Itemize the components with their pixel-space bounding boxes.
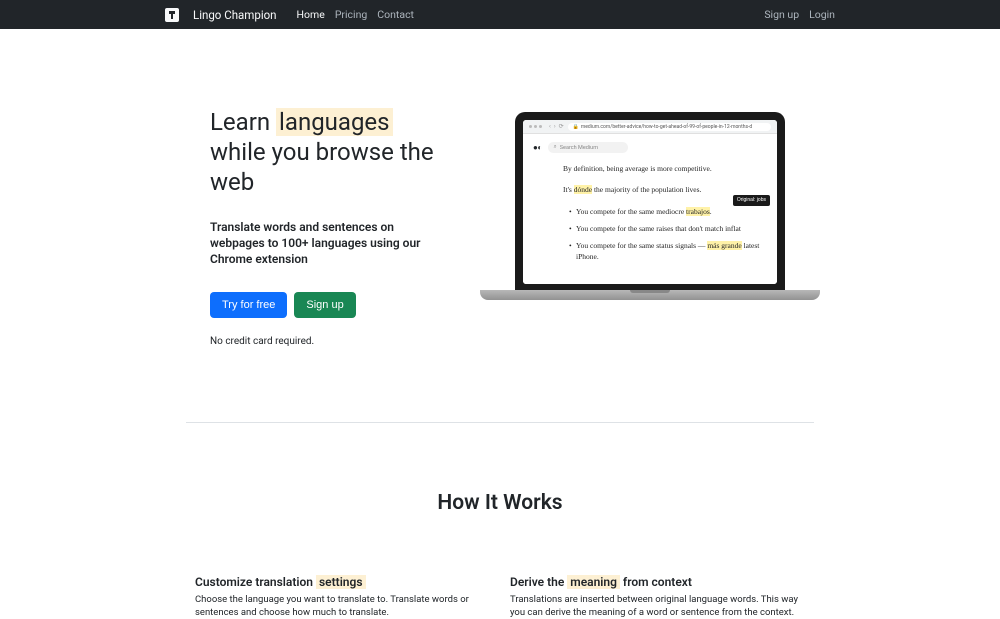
hero-left: Learn languages while you browse the web… [210, 107, 450, 347]
feature-settings: Customize translation settings Choose th… [195, 575, 490, 619]
url-bar: 🔒 medium.com/better-advice/how-to-get-ah… [568, 123, 771, 131]
hero-subtitle: Translate words and sentences on webpage… [210, 219, 450, 268]
search-icon: ⌕ [554, 144, 557, 151]
feature-meaning: Derive the meaning from context Translat… [510, 575, 805, 619]
medium-search: ⌕ Search Medium [548, 142, 628, 153]
list-item: You compete for the same mediocre trabaj… [569, 206, 767, 217]
signup-button[interactable]: Sign up [294, 292, 355, 318]
section-title: How It Works [0, 491, 1000, 515]
article-line-2: It's dónde the majority of the populatio… [563, 184, 767, 195]
list-item: You compete for the same raises that don… [569, 223, 767, 234]
reload-icon: ⟳ [559, 123, 564, 130]
navbar: Lingo Champion Home Pricing Contact Sign… [0, 0, 1000, 29]
lock-icon: 🔒 [573, 124, 579, 130]
highlighted-word-donde: dónde [574, 185, 592, 194]
window-controls [529, 125, 542, 128]
feature-title: Customize translation settings [195, 575, 490, 589]
browser-bar: ‹ › ⟳ 🔒 medium.com/better-advice/how-to-… [523, 120, 777, 134]
laptop-illustration: ‹ › ⟳ 🔒 medium.com/better-advice/how-to-… [480, 112, 820, 347]
hero-note: No credit card required. [210, 336, 450, 347]
browser-content: ●◐ ⌕ Search Medium By definition, being … [523, 134, 777, 284]
laptop-base [480, 290, 820, 300]
features-section: Customize translation settings Choose th… [0, 515, 1000, 619]
feature-title: Derive the meaning from context [510, 575, 805, 589]
navbar-right: Sign up Login [764, 8, 835, 21]
logo-icon [165, 8, 179, 22]
feature-text: Translations are inserted between origin… [510, 593, 805, 619]
back-icon: ‹ [549, 123, 551, 130]
nav-home[interactable]: Home [297, 8, 325, 21]
translation-tooltip: Original: jobs [733, 195, 770, 207]
navbar-left: Lingo Champion Home Pricing Contact [165, 8, 414, 22]
browser-nav: ‹ › ⟳ [549, 123, 564, 130]
nav-login[interactable]: Login [809, 8, 835, 21]
feature-text: Choose the language you want to translat… [195, 593, 490, 619]
laptop-screen: ‹ › ⟳ 🔒 medium.com/better-advice/how-to-… [515, 112, 785, 290]
title-highlight: languages [276, 108, 393, 136]
how-it-works-section: How It Works [0, 423, 1000, 515]
nav-links: Home Pricing Contact [297, 8, 414, 21]
medium-header: ●◐ ⌕ Search Medium [533, 142, 767, 153]
highlighted-word-trabajos: trabajos [686, 207, 710, 216]
nav-pricing[interactable]: Pricing [335, 8, 367, 21]
hero-title: Learn languages while you browse the web [210, 107, 450, 197]
brand[interactable]: Lingo Champion [193, 8, 277, 22]
nav-signup[interactable]: Sign up [764, 8, 799, 21]
list-item: You compete for the same status signals … [569, 240, 767, 263]
hero-section: Learn languages while you browse the web… [0, 29, 1000, 347]
browser-frame: ‹ › ⟳ 🔒 medium.com/better-advice/how-to-… [523, 120, 777, 284]
forward-icon: › [554, 123, 556, 130]
hero-buttons: Try for free Sign up [210, 292, 450, 318]
article-list: You compete for the same mediocre trabaj… [563, 206, 767, 263]
medium-logo-icon: ●◐ [533, 143, 542, 152]
article-line-1: By definition, being average is more com… [563, 163, 767, 174]
try-free-button[interactable]: Try for free [210, 292, 287, 318]
article-body: By definition, being average is more com… [533, 163, 767, 263]
nav-contact[interactable]: Contact [377, 8, 414, 21]
highlighted-word-masgrande: más grande [707, 241, 741, 250]
